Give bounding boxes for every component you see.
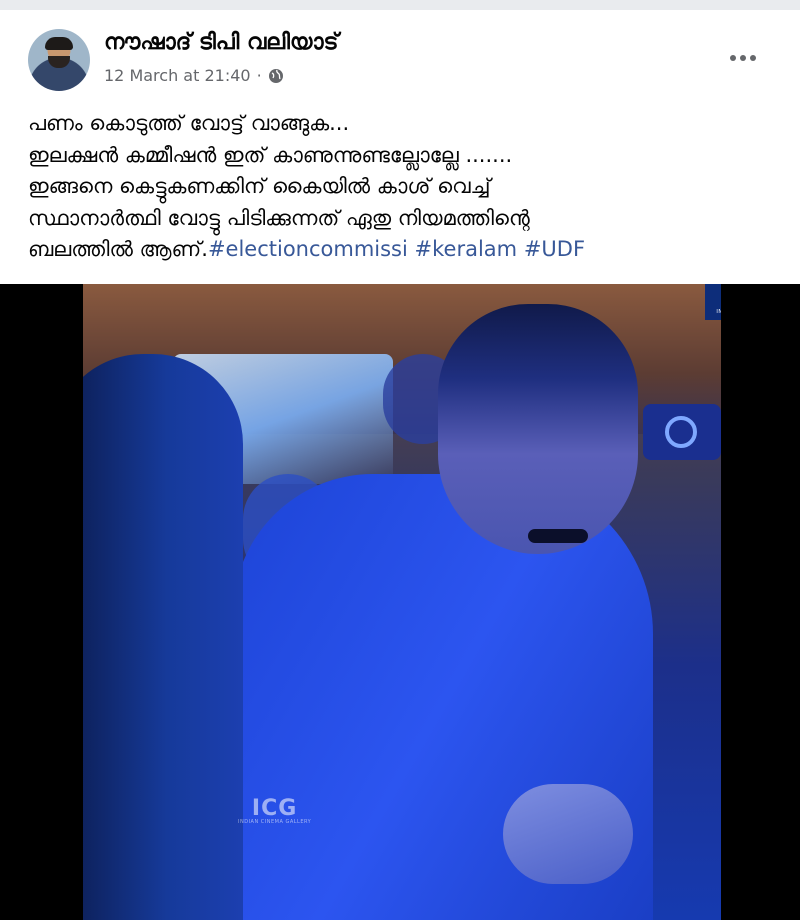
more-dot — [740, 55, 746, 61]
post-timestamp[interactable]: 12 March at 21:40 — [104, 66, 251, 85]
watermark-caption: INDIAN CINEMA GALLERY — [716, 308, 721, 315]
post-text-line: ബലത്തിൽ ആണ്. — [28, 237, 208, 261]
hashtag-link[interactable]: #keralam — [415, 237, 518, 261]
video-foreground-person — [83, 354, 243, 920]
more-dot — [750, 55, 756, 61]
camera-lens — [665, 416, 697, 448]
video-frame[interactable]: ICG INDIAN CINEMA GALLERY ICG INDIAN CIN… — [83, 284, 721, 920]
camera-device — [643, 404, 721, 460]
post-text-line-last: ബലത്തിൽ ആണ്.#electioncommissi #keralam #… — [28, 234, 788, 266]
icg-watermark-logo: ICG INDIAN CINEMA GALLERY — [705, 284, 721, 320]
video-main-person-head — [438, 304, 638, 554]
video-main-person-hand — [503, 784, 633, 884]
watermark-logo-text: ICG — [251, 796, 298, 821]
globe-icon[interactable] — [268, 68, 284, 84]
post-text-line: പണം കൊടുത്ത് വോട്ട് വാങ്ങുക... — [28, 111, 350, 135]
hashtag-link[interactable]: #electioncommissi — [208, 237, 408, 261]
feed-background-strip — [0, 0, 800, 10]
meta-separator: · — [256, 66, 262, 85]
post-text-line: ഇലക്ഷൻ കമ്മീഷൻ ഇത് കാണുന്നുണ്ടല്ലോല്ലേ .… — [28, 142, 513, 167]
avatar-hair — [45, 37, 73, 50]
more-dot — [730, 55, 736, 61]
more-options-icon[interactable] — [730, 50, 762, 66]
post-message: പണം കൊടുത്ത് വോട്ട് വാങ്ങുക... ഇലക്ഷൻ കമ… — [28, 108, 788, 266]
author-name[interactable]: നൗഷാദ് ടിപി വലിയാട് — [104, 30, 338, 55]
post-video[interactable]: ICG INDIAN CINEMA GALLERY ICG INDIAN CIN… — [0, 284, 800, 920]
post-header: നൗഷാദ് ടിപി വലിയാട് 12 March at 21:40 · — [0, 10, 800, 100]
watermark-caption: INDIAN CINEMA GALLERY — [238, 819, 312, 825]
author-avatar[interactable] — [28, 29, 90, 91]
post-meta: 12 March at 21:40 · — [104, 66, 284, 85]
avatar-beard — [48, 56, 70, 68]
post-text-line: സ്ഥാനാർത്ഥി വോട്ടു പിടിക്കുന്നത് ഏതു നിയ… — [28, 205, 530, 230]
video-main-person-mustache — [528, 529, 588, 543]
icg-watermark-logo: ICG INDIAN CINEMA GALLERY — [238, 796, 312, 826]
hashtag-link[interactable]: #UDF — [524, 237, 585, 261]
post-text-line: ഇങ്ങനെ കെട്ടുകണക്കിന് കൈയിൽ കാശ് വെച്ച് — [28, 174, 491, 198]
